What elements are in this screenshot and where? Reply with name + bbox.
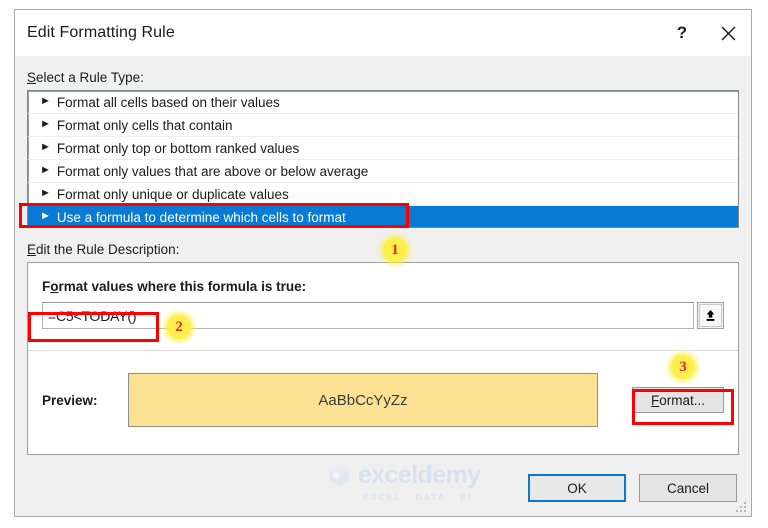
dialog-titlebar: Edit Formatting Rule ? <box>15 10 751 56</box>
annotation-badge-1: 1 <box>383 238 407 262</box>
formula-row: =C5<TODAY() <box>42 302 724 329</box>
formula-caption: Format values where this formula is true… <box>42 263 724 294</box>
bullet-icon: ► <box>40 210 51 222</box>
divider <box>28 350 738 351</box>
rule-type-option[interactable]: ► Format only cells that contain <box>28 114 738 137</box>
range-button-inner <box>699 304 722 327</box>
rule-type-option-label: Use a formula to determine which cells t… <box>56 210 346 225</box>
rule-type-label-rest: elect a Rule Type: <box>36 70 144 85</box>
formula-input[interactable]: =C5<TODAY() <box>42 302 694 329</box>
annotation-badge-2: 2 <box>167 315 191 339</box>
edit-formatting-rule-dialog: Edit Formatting Rule ? Select a Rule Typ… <box>14 9 752 517</box>
ok-button[interactable]: OK <box>528 474 626 502</box>
formula-caption-post: rmat values where this formula is true: <box>58 279 307 294</box>
rule-type-option[interactable]: ► Format only values that are above or b… <box>28 160 738 183</box>
preview-swatch: AaBbCcYyZz <box>128 373 598 427</box>
rule-type-option-label: Format only unique or duplicate values <box>56 186 289 202</box>
rule-type-label: Select a Rule Type: <box>27 70 739 85</box>
formula-caption-pre: F <box>42 279 51 294</box>
format-button-accel: F <box>650 392 660 408</box>
rule-type-option-label: Format only values that are above or bel… <box>56 163 369 179</box>
format-button-rest: ormat... <box>659 392 705 408</box>
format-button[interactable]: Format... <box>632 387 724 413</box>
resize-grip[interactable] <box>736 502 747 513</box>
bullet-icon: ► <box>40 163 51 176</box>
rule-type-option[interactable]: ► Format only top or bottom ranked value… <box>28 137 738 160</box>
rule-type-option[interactable]: ► Format only unique or duplicate values <box>28 183 738 206</box>
collapse-dialog-up-arrow-icon[interactable] <box>697 302 724 329</box>
rule-type-option-label: Format only top or bottom ranked values <box>56 140 300 156</box>
close-icon[interactable] <box>705 10 751 56</box>
exceldemy-cube-logo-icon <box>329 465 349 486</box>
rule-type-option-label: Format only cells that contain <box>56 117 233 133</box>
dialog-body: Select a Rule Type: ► Format all cells b… <box>15 56 751 460</box>
rule-type-label-accel: S <box>27 70 37 85</box>
preview-row: Preview: AaBbCcYyZz Format... <box>42 373 724 427</box>
watermark-tagline: EXCEL · DATA · BI <box>362 492 473 502</box>
titlebar-buttons: ? <box>659 10 751 56</box>
rule-description-label-accel: E <box>27 242 37 257</box>
cancel-button[interactable]: Cancel <box>639 474 737 502</box>
bullet-icon: ► <box>40 186 51 199</box>
preview-label: Preview: <box>42 392 98 408</box>
rule-description-label-rest: dit the Rule Description: <box>36 242 180 257</box>
help-icon[interactable]: ? <box>659 10 705 56</box>
rule-type-option-selected[interactable]: ► Use a formula to determine which cells… <box>28 206 738 227</box>
bullet-icon: ► <box>40 140 51 153</box>
dialog-title: Edit Formatting Rule <box>27 24 175 41</box>
formula-caption-accel: o <box>50 279 59 294</box>
rule-type-option-label: Format all cells based on their values <box>56 94 280 110</box>
rule-type-option[interactable]: ► Format all cells based on their values <box>28 91 738 114</box>
exceldemy-watermark: exceldemy EXCEL · DATA · BI <box>327 461 481 502</box>
watermark-brand: exceldemy <box>358 461 481 489</box>
rule-description-group: Format values where this formula is true… <box>27 262 739 455</box>
bullet-icon: ► <box>40 117 51 130</box>
bullet-icon: ► <box>40 94 51 107</box>
annotation-badge-3: 3 <box>671 355 695 379</box>
rule-type-listbox[interactable]: ► Format all cells based on their values… <box>27 90 739 228</box>
watermark-top: exceldemy <box>327 461 481 489</box>
